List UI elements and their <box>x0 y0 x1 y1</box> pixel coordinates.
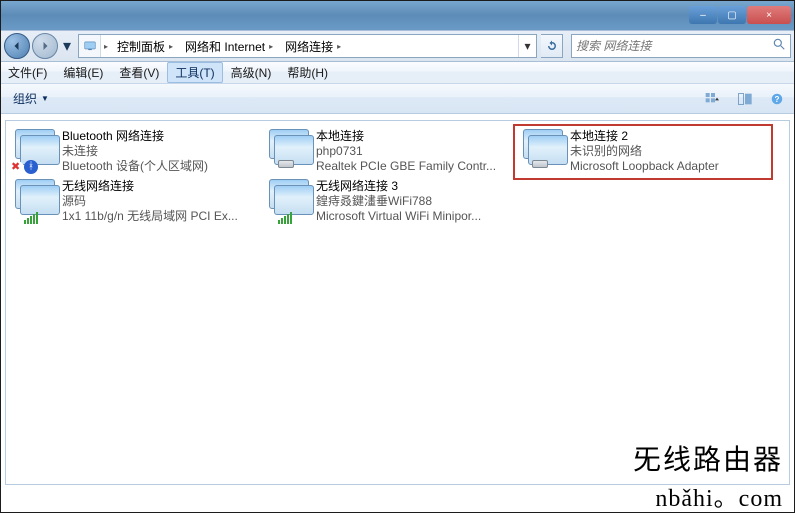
breadcrumb-control-panel[interactable]: 控制面板▸ <box>111 35 179 57</box>
nic-status: 未识别的网络 <box>570 144 766 159</box>
nic-device: 1x1 11b/g/n 无线局域网 PCI Ex... <box>62 209 258 224</box>
nic-status: 未连接 <box>62 144 258 159</box>
nic-name: Bluetooth 网络连接 <box>62 129 258 144</box>
maximize-button[interactable]: ▢ <box>718 6 746 24</box>
back-button[interactable] <box>4 33 30 59</box>
nic-device: Realtek PCIe GBE Family Contr... <box>316 159 512 174</box>
nic-icon <box>520 129 566 175</box>
command-bar: 组织▼ ? <box>0 84 795 114</box>
nic-icon <box>12 129 58 175</box>
nic-status: 鍠痔叒鍵澅垂WiFi788 <box>316 194 512 209</box>
menu-tools[interactable]: 工具(T) <box>167 62 222 83</box>
breadcrumb-network-connections[interactable]: 网络连接▸ <box>279 35 347 57</box>
preview-pane-button[interactable] <box>731 88 759 110</box>
nic-status: php0731 <box>316 144 512 159</box>
nic-bluetooth[interactable]: Bluetooth 网络连接 未连接 Bluetooth 设备(个人区域网) <box>8 127 262 177</box>
svg-text:?: ? <box>775 94 780 103</box>
nic-device: Microsoft Virtual WiFi Minipor... <box>316 209 512 224</box>
history-dropdown-button[interactable]: ▾ <box>60 36 74 56</box>
wifi-bars-icon <box>278 210 294 226</box>
menu-file[interactable]: 文件(F) <box>0 62 55 83</box>
watermark: 旡线路由器 nbǎhi。com <box>633 438 783 513</box>
disconnected-x-icon <box>10 161 24 175</box>
nic-device: Bluetooth 设备(个人区域网) <box>62 159 258 174</box>
help-button[interactable]: ? <box>763 88 791 110</box>
nic-local-connection-2[interactable]: 本地连接 2 未识别的网络 Microsoft Loopback Adapter <box>516 127 770 177</box>
organize-button[interactable]: 组织▼ <box>4 86 58 111</box>
nic-device: Microsoft Loopback Adapter <box>570 159 766 174</box>
search-icon <box>772 37 786 56</box>
views-button[interactable] <box>699 88 727 110</box>
nic-name: 本地连接 <box>316 129 512 144</box>
address-dropdown-button[interactable]: ▾ <box>518 35 536 57</box>
breadcrumb-network-internet[interactable]: 网络和 Internet▸ <box>179 35 279 57</box>
ethernet-icon <box>278 160 294 176</box>
nic-local-connection[interactable]: 本地连接 php0731 Realtek PCIe GBE Family Con… <box>262 127 516 177</box>
nic-name: 本地连接 2 <box>570 129 766 144</box>
minimize-button[interactable]: – <box>689 6 717 24</box>
search-input[interactable] <box>576 39 772 53</box>
menu-bar: 文件(F) 编辑(E) 查看(V) 工具(T) 高级(N) 帮助(H) <box>0 62 795 84</box>
nic-wireless-3[interactable]: 无线网络连接 3 鍠痔叒鍵澅垂WiFi788 Microsoft Virtual… <box>262 177 516 227</box>
close-button[interactable]: × <box>747 6 791 24</box>
menu-view[interactable]: 查看(V) <box>111 62 167 83</box>
search-box[interactable] <box>571 34 791 58</box>
ethernet-icon <box>532 160 548 176</box>
refresh-button[interactable] <box>541 34 563 58</box>
content-area: Bluetooth 网络连接 未连接 Bluetooth 设备(个人区域网) 本… <box>5 120 790 485</box>
nic-name: 无线网络连接 3 <box>316 179 512 194</box>
nic-name: 无线网络连接 <box>62 179 258 194</box>
nic-status: 源码 <box>62 194 258 209</box>
nic-icon <box>266 179 312 225</box>
menu-advanced[interactable]: 高级(N) <box>223 62 280 83</box>
address-bar[interactable]: ▸ 控制面板▸ 网络和 Internet▸ 网络连接▸ ▾ <box>78 34 537 58</box>
menu-edit[interactable]: 编辑(E) <box>55 62 111 83</box>
forward-button[interactable] <box>32 33 58 59</box>
nic-icon <box>12 179 58 225</box>
titlebar: – ▢ × <box>0 0 795 30</box>
menu-help[interactable]: 帮助(H) <box>279 62 336 83</box>
bluetooth-icon <box>24 160 40 176</box>
nic-wireless[interactable]: 无线网络连接 源码 1x1 11b/g/n 无线局域网 PCI Ex... <box>8 177 262 227</box>
location-icon <box>79 35 101 57</box>
wifi-bars-icon <box>24 210 40 226</box>
nic-icon <box>266 129 312 175</box>
address-row: ▾ ▸ 控制面板▸ 网络和 Internet▸ 网络连接▸ ▾ <box>0 30 795 62</box>
